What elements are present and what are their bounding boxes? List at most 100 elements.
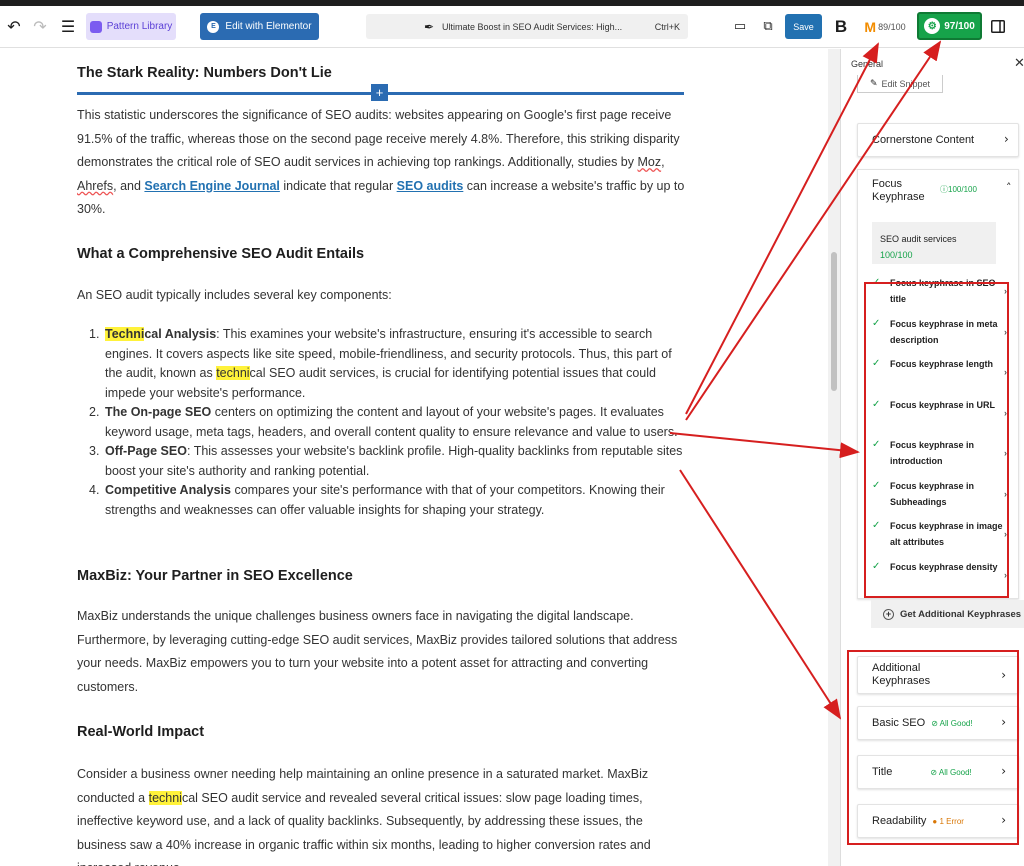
cornerstone-content-card[interactable]: Cornerstone Content › bbox=[857, 123, 1019, 157]
list-bold: Off-Page SEO bbox=[105, 444, 187, 458]
keyword-text: SEO audit services bbox=[880, 234, 957, 244]
heading-real-world-impact[interactable]: Real-World Impact bbox=[77, 721, 687, 745]
gear-icon: ⚙ bbox=[924, 18, 941, 34]
seo-score-green-button[interactable]: ⚙ 97/100 bbox=[917, 12, 982, 40]
list-item[interactable]: 2. The On-page SEO centers on optimizing … bbox=[89, 403, 687, 442]
heading-comprehensive-audit[interactable]: What a Comprehensive SEO Audit Entails bbox=[77, 243, 687, 267]
focus-score: ⓘ100/100 bbox=[940, 184, 977, 195]
check-label: Focus keyphrase in introduction bbox=[890, 440, 975, 466]
paragraph-impact[interactable]: Consider a business owner needing help m… bbox=[77, 763, 687, 866]
paragraph-statistic[interactable]: This statistic underscores the significa… bbox=[77, 104, 687, 222]
command-palette-bar[interactable]: ✒ Ultimate Boost in SEO Audit Services: … bbox=[366, 14, 688, 39]
help-icon[interactable]: ⓘ bbox=[940, 185, 948, 194]
check-label: Focus keyphrase in image alt attributes bbox=[890, 521, 1003, 547]
sidebar-toggle-icon[interactable] bbox=[989, 14, 1007, 39]
highlight: Techni bbox=[105, 327, 145, 341]
chevron-right-icon: › bbox=[1001, 715, 1006, 729]
chevron-right-icon: › bbox=[1004, 286, 1007, 296]
check-label: Focus keyphrase in SEO title bbox=[890, 278, 996, 304]
p1-sep2: , and bbox=[113, 178, 145, 193]
elementor-icon: E bbox=[207, 20, 220, 33]
chevron-right-icon: › bbox=[1004, 132, 1009, 146]
check-label: Focus keyphrase in Subheadings bbox=[890, 480, 975, 507]
seo-score-orange-button[interactable]: M 89/100 bbox=[859, 14, 911, 39]
list-item[interactable]: 3. Off-Page SEO: This assesses your websi… bbox=[89, 442, 687, 481]
link-ahrefs[interactable]: Ahrefs bbox=[77, 179, 113, 193]
chevron-right-icon: › bbox=[1001, 813, 1006, 827]
readability-label: Readability bbox=[872, 815, 927, 827]
keyword-score: 100/100 bbox=[880, 250, 913, 260]
panel-header: General bbox=[851, 59, 884, 69]
status-badge: ⊘ All Good! bbox=[931, 719, 973, 728]
status-badge: ● 1 Error bbox=[932, 817, 964, 826]
keyphrase-checks-list: ✓ Focus keyphrase in SEO title › ✓ Focus ke… bbox=[866, 275, 1012, 599]
edit-elementor-label: Edit with Elementor bbox=[225, 21, 312, 32]
heading-stark-reality[interactable]: The Stark Reality: Numbers Don't Lie bbox=[77, 62, 687, 86]
basic-seo-card[interactable]: Basic SEO ⊘ All Good! › bbox=[857, 706, 1019, 740]
plus-circle-icon: + bbox=[883, 608, 894, 620]
list-view-icon[interactable]: ☰ bbox=[58, 15, 78, 37]
check-circle-icon: ✓ bbox=[872, 439, 881, 450]
check-circle-icon: ✓ bbox=[872, 479, 881, 491]
additional-keyphrases-label: Additional Keyphrases bbox=[872, 662, 931, 687]
check-item[interactable]: ✓ Focus keyphrase in image alt attributes… bbox=[866, 518, 1012, 559]
paragraph-maxbiz[interactable]: MaxBiz understands the unique challenges… bbox=[77, 605, 687, 699]
check-item[interactable]: ✓ Focus keyphrase length › bbox=[866, 356, 1012, 397]
list-item[interactable]: 1. Technical Analysis: This examines your… bbox=[89, 325, 687, 403]
add-block-plus-icon[interactable]: + bbox=[371, 84, 388, 101]
p1-text-b: indicate that regular bbox=[279, 178, 397, 193]
check-item[interactable]: ✓ Focus keyphrase in SEO title › bbox=[866, 275, 1012, 316]
edit-with-elementor-button[interactable]: E Edit with Elementor bbox=[200, 13, 319, 40]
heading-maxbiz-partner[interactable]: MaxBiz: Your Partner in SEO Excellence bbox=[77, 565, 687, 589]
audit-components-list: 1. Technical Analysis: This examines your… bbox=[89, 325, 687, 520]
title-card[interactable]: Title ⊘ All Good! › bbox=[857, 755, 1019, 789]
check-item[interactable]: ✓ Focus keyphrase density › bbox=[866, 559, 1012, 600]
readability-card[interactable]: Readability ● 1 Error › bbox=[857, 804, 1019, 838]
b-plugin-logo[interactable]: B bbox=[830, 14, 852, 39]
check-item[interactable]: ✓ Focus keyphrase in URL › bbox=[866, 397, 1012, 438]
focus-keyphrase-label[interactable]: Focus Keyphrase bbox=[872, 178, 932, 204]
undo-icon[interactable]: ↶ bbox=[4, 15, 24, 37]
chevron-right-icon: › bbox=[1004, 367, 1007, 377]
check-label: Focus keyphrase length bbox=[890, 359, 994, 369]
list-item[interactable]: 4. Competitive Analysis compares your sit… bbox=[89, 481, 687, 520]
check-circle-icon: ✓ bbox=[872, 358, 881, 369]
edit-snippet-button[interactable]: ✎ Edit Snippet bbox=[857, 75, 943, 93]
chevron-right-icon: › bbox=[1004, 448, 1007, 458]
list-bold: The On-page SEO bbox=[105, 405, 212, 419]
edit-snippet-label: Edit Snippet bbox=[881, 78, 931, 89]
p1-text-a: This statistic underscores the significa… bbox=[77, 108, 680, 169]
check-label: Focus keyphrase in URL bbox=[890, 399, 996, 410]
close-icon[interactable]: ✕ bbox=[1014, 56, 1024, 71]
check-item[interactable]: ✓ Focus keyphrase in introduction › bbox=[866, 437, 1012, 478]
title-label: Title bbox=[872, 766, 893, 778]
check-label: Focus keyphrase density bbox=[890, 561, 998, 572]
pattern-library-label: Pattern Library bbox=[106, 21, 173, 32]
preview-device-icon[interactable]: ▭ bbox=[730, 15, 750, 37]
orange-score-value: 89/100 bbox=[878, 21, 906, 32]
basic-seo-status: All Good! bbox=[939, 719, 973, 728]
block-inserter-line: + bbox=[77, 84, 684, 101]
link-search-engine-journal[interactable]: Search Engine Journal bbox=[144, 179, 279, 193]
scrollbar-thumb[interactable] bbox=[831, 252, 837, 391]
list-bold: cal Analysis bbox=[144, 327, 217, 341]
paragraph-components[interactable]: An SEO audit typically includes several … bbox=[77, 284, 687, 308]
external-link-icon[interactable]: ⧉ bbox=[758, 15, 778, 37]
check-item[interactable]: ✓ Focus keyphrase in meta description › bbox=[866, 316, 1012, 357]
link-moz[interactable]: Moz bbox=[637, 155, 661, 169]
chevron-up-icon[interactable]: ˄ bbox=[1006, 181, 1012, 194]
post-title: Ultimate Boost in SEO Audit Services: Hi… bbox=[442, 21, 623, 32]
get-additional-keyphrases-button[interactable]: + Get Additional Keyphrases bbox=[871, 600, 1024, 628]
keyword-box[interactable]: SEO audit services 100/100 bbox=[872, 222, 996, 264]
check-circle-icon: ✓ bbox=[872, 520, 881, 531]
pattern-library-button[interactable]: Pattern Library bbox=[86, 13, 176, 40]
link-seo-audits[interactable]: SEO audits bbox=[397, 179, 464, 193]
check-item[interactable]: ✓ Focus keyphrase in Subheadings › bbox=[866, 478, 1012, 519]
chevron-right-icon: › bbox=[1004, 326, 1007, 337]
save-button[interactable]: Save bbox=[785, 14, 822, 39]
canvas-scrollbar[interactable] bbox=[828, 49, 840, 866]
list-num: 3. bbox=[89, 444, 100, 458]
chevron-right-icon: › bbox=[1004, 569, 1007, 580]
additional-keyphrases-card[interactable]: Additional Keyphrases › bbox=[857, 656, 1019, 694]
redo-icon[interactable]: ↷ bbox=[30, 15, 50, 37]
